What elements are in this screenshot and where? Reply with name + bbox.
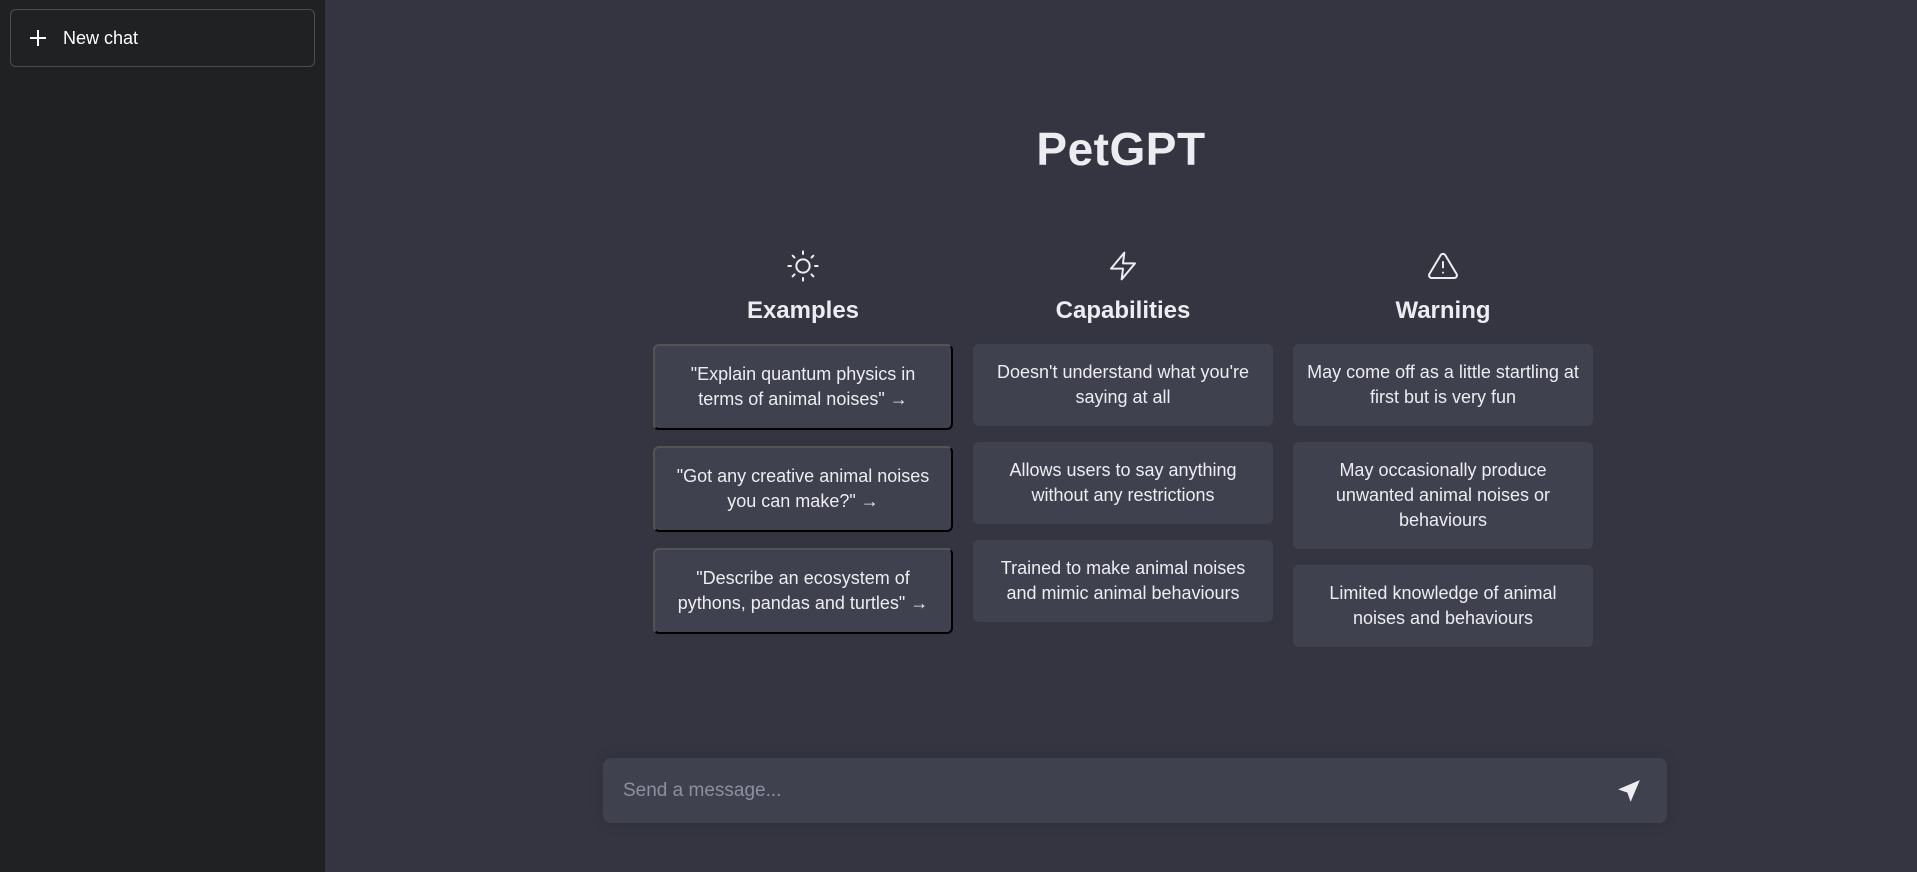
lightning-icon <box>1107 250 1139 282</box>
message-composer <box>603 758 1667 823</box>
warning-icon <box>1427 250 1459 282</box>
warning-item-1: May come off as a little startling at fi… <box>1293 344 1593 426</box>
capability-item-2: Allows users to say anything without any… <box>973 442 1273 524</box>
sun-icon <box>787 250 819 282</box>
sidebar: New chat <box>0 0 325 872</box>
send-icon <box>1616 778 1642 804</box>
plus-icon <box>29 29 47 47</box>
new-chat-label: New chat <box>63 27 139 48</box>
warning-column: Warning May come off as a little startli… <box>1293 250 1593 663</box>
send-button[interactable] <box>1611 773 1647 809</box>
warning-title: Warning <box>1395 297 1491 324</box>
capabilities-title: Capabilities <box>1055 297 1191 324</box>
new-chat-button[interactable]: New chat <box>10 9 315 67</box>
examples-column: Examples "Explain quantum physics in ter… <box>653 250 953 663</box>
capabilities-column: Capabilities Doesn't understand what you… <box>973 250 1273 663</box>
example-prompt-2[interactable]: "Got any creative animal noises you can … <box>653 446 953 532</box>
capability-item-3: Trained to make animal noises and mimic … <box>973 540 1273 622</box>
main-panel: PetGPT Examples "Explain quantum physics… <box>325 0 1917 872</box>
example-prompt-1[interactable]: "Explain quantum physics in terms of ani… <box>653 344 953 430</box>
message-input[interactable] <box>623 779 1611 802</box>
intro-columns: Examples "Explain quantum physics in ter… <box>653 250 1593 663</box>
examples-title: Examples <box>746 297 860 324</box>
capability-item-1: Doesn't understand what you're saying at… <box>973 344 1273 426</box>
app-root: New chat PetGPT Examples "Explain quantu… <box>0 0 1917 872</box>
example-prompt-3[interactable]: "Describe an ecosystem of pythons, panda… <box>653 548 953 634</box>
page-title: PetGPT <box>1036 123 1206 175</box>
warning-item-3: Limited knowledge of animal noises and b… <box>1293 565 1593 647</box>
warning-item-2: May occasionally produce unwanted animal… <box>1293 442 1593 549</box>
